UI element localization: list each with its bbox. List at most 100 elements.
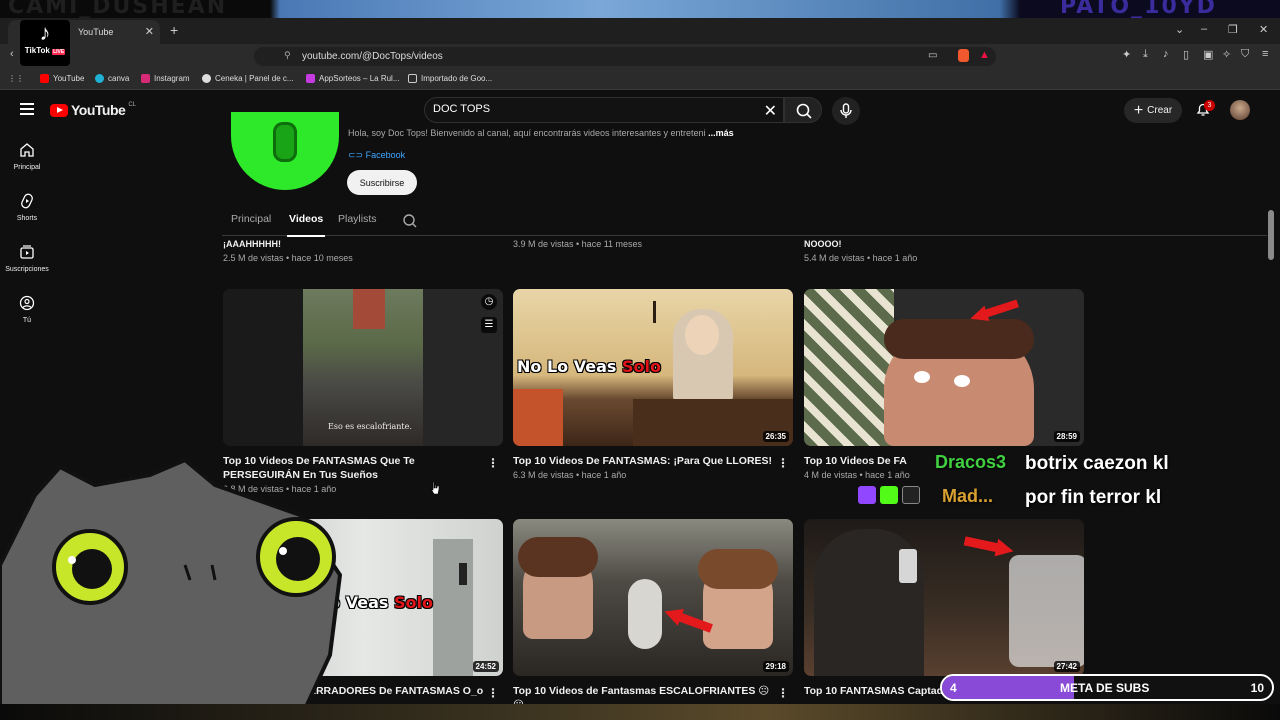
tiktok-live: LIVE [52,49,66,55]
search-input[interactable] [433,103,753,115]
minimize-button[interactable]: – [1201,23,1207,35]
channel-search-icon[interactable] [402,213,418,229]
video-thumbnail[interactable]: 27:42 [804,519,1084,676]
chat-message: por fin terror kl [1025,487,1162,508]
avatar[interactable] [1230,100,1250,120]
add-to-queue-icon[interactable]: ☰ [481,317,497,333]
watch-later-icon[interactable]: ◷ [481,294,497,310]
channel-tabs: Principal Videos Playlists [222,205,1267,237]
canva-icon [95,74,104,83]
apps-icon[interactable]: ⋮⋮ [8,74,24,83]
sidebar-item-home[interactable]: Principal [0,142,54,171]
brave-rewards-icon[interactable]: ▲ [979,49,990,61]
thumb-door [433,539,473,676]
goal-current: 4 [950,681,957,695]
subscriptions-icon [20,245,34,259]
thumb-handle [459,563,467,585]
bookmark-label: canva [108,74,130,83]
thumb-eye [954,375,970,387]
extensions-icon[interactable]: ✦ [1122,48,1131,61]
bookmark-canva[interactable]: canva [95,74,129,83]
channel-avatar[interactable] [231,112,339,190]
description-text: Hola, soy Doc Tops! Bienvenido al canal,… [348,128,706,138]
channel-description[interactable]: Hola, soy Doc Tops! Bienvenido al canal,… [348,128,734,138]
back-icon[interactable]: ‹ [10,48,14,60]
tab-close-icon[interactable]: ✕ [145,25,154,38]
home-icon [20,143,34,157]
video-thumbnail[interactable]: 29:18 [513,519,793,676]
video-thumbnail[interactable]: Eso es escalofriante. ◷ ☰ [223,289,503,446]
tab-search-icon[interactable]: ⌄ [1175,23,1184,36]
facebook-link[interactable]: ⊂⊃ Facebook [348,150,405,161]
video-card[interactable]: 29:18 Top 10 Videos de Fantasmas ESCALOF… [513,519,793,712]
description-more[interactable]: ...más [708,128,734,138]
address-bar[interactable]: ⚲ youtube.com/@DocTops/videos ▭ ▲ [254,47,996,66]
new-tab-button[interactable]: + [170,22,178,38]
tab-playlists[interactable]: Playlists [338,213,377,225]
globe-icon [202,74,211,83]
guide-menu-icon[interactable] [20,103,34,115]
bookmarks-bar: ⋮⋮ YouTube canva Instagram Ceneka | Pane… [0,68,1280,90]
bookmark-folder[interactable]: Importado de Goo... [408,74,492,83]
region-code: CL [128,102,136,108]
sidebar-icon[interactable]: ▯ [1183,48,1189,61]
bookmark-instagram[interactable]: Instagram [141,74,190,83]
link-label: Facebook [365,150,406,160]
bookmark-appsorteos[interactable]: AppSorteos – La Rul... [306,74,400,83]
thumb-caption: Eso es escalofriante. [328,422,412,431]
tab-title: YouTube [78,27,114,37]
tab-home[interactable]: Principal [231,213,271,225]
sidebar-item-subscriptions[interactable]: Suscripciones [0,244,54,273]
video-title[interactable]: Top 10 Videos De FANTASMAS: ¡Para Que LL… [513,454,775,468]
link-icon: ⊂⊃ [348,150,366,160]
video-duration: 29:18 [762,661,789,672]
video-title: ¡AAAHHHHH! [223,239,281,249]
video-duration: 26:35 [762,431,789,442]
voice-search-button[interactable] [832,97,860,125]
stream-backdrop-bottom [0,704,1280,720]
tab-videos[interactable]: Videos [286,213,326,237]
subscribe-button[interactable]: Suscribirse [347,170,417,195]
thumb-overlay-text: No Lo Veas Solo [517,357,661,376]
youtube-logo[interactable]: YouTube CL [50,102,136,118]
sidebar-item-you[interactable]: Tú [0,295,54,324]
create-button[interactable]: + Crear [1124,98,1182,123]
download-icon[interactable]: ⤓ [1143,48,1148,61]
maximize-button[interactable]: ❐ [1228,23,1238,36]
sidebar-item-shorts[interactable]: Shorts [0,193,54,222]
video-partial-3[interactable]: NOOOO! 5.4 M de vistas • hace 1 año [804,239,917,263]
music-icon[interactable]: ♪ [1163,48,1169,60]
thumb-phone [899,549,917,583]
video-card[interactable]: No Lo Veas Solo 26:35 Top 10 Videos De F… [513,289,793,480]
menu-icon[interactable]: ≡ [1262,48,1268,60]
more-actions-icon[interactable]: ⋮ [777,686,789,700]
brave-shield-icon[interactable] [958,49,969,62]
video-partial-1[interactable]: ¡AAAHHHHH! 2.5 M de vistas • hace 10 mes… [223,239,353,263]
close-window-button[interactable]: ✕ [1259,23,1268,36]
video-thumbnail[interactable]: No Lo Veas Solo 26:35 [513,289,793,446]
cast-icon[interactable]: ▭ [928,50,937,61]
more-actions-icon[interactable]: ⋮ [487,456,499,470]
wallet-icon[interactable]: ▣ [1203,48,1213,61]
search-button[interactable] [784,97,822,123]
more-actions-icon[interactable]: ⋮ [777,456,789,470]
tiktok-icon: ♪ [39,20,51,45]
video-card[interactable]: 27:42 Top 10 FANTASMAS Captad [804,519,1084,698]
video-thumbnail[interactable]: 28:59 [804,289,1084,446]
more-actions-icon[interactable]: ⋮ [487,686,499,700]
robot-icon [902,486,920,504]
vpn-icon[interactable]: ⛉ [1241,48,1249,61]
bookmark-ceneka[interactable]: Ceneka | Panel de c... [202,74,294,83]
clear-search-icon[interactable]: ✕ [764,101,777,121]
thumb-sofa [513,389,563,446]
browser-tab-bar: YouTube ✕ + ⌄ – ❐ ✕ [0,18,1280,44]
twitch-icon [858,486,876,504]
browser-nav-bar: ‹ ☐ ⚲ youtube.com/@DocTops/videos ▭ ▲ ✦ … [0,44,1280,68]
search-icon [796,103,812,119]
ai-icon[interactable]: ✧ [1222,48,1231,61]
video-duration: 28:59 [1053,431,1080,442]
video-partial-2[interactable]: 3.9 M de vistas • hace 11 meses [513,239,642,249]
page-scrollbar[interactable] [1268,210,1274,260]
site-info-icon[interactable]: ⚲ [284,50,291,61]
bookmark-youtube[interactable]: YouTube [40,74,84,83]
